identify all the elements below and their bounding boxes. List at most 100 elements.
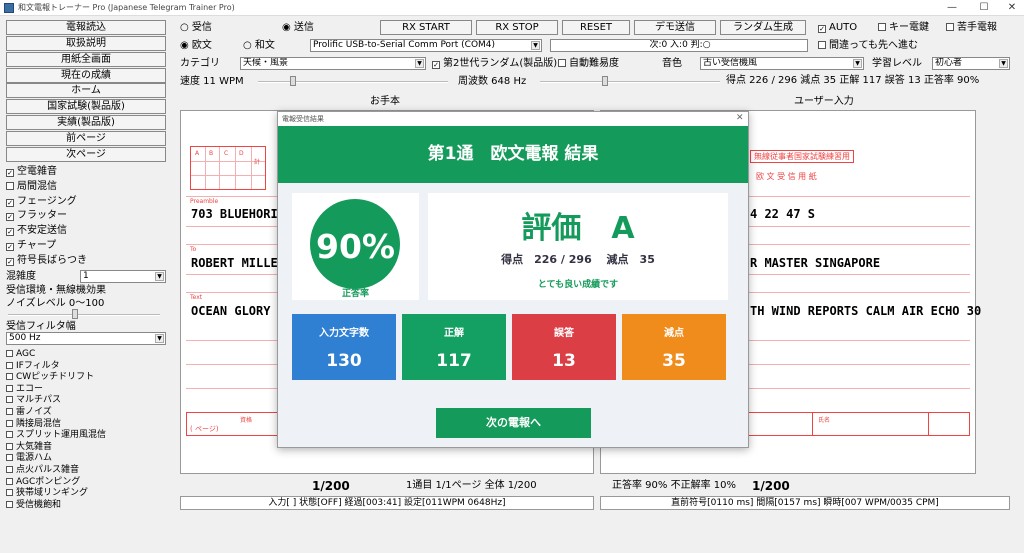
effect-unstable-tx[interactable]: ✓ 不安定送信 — [6, 225, 67, 237]
radio-icon: ○ — [180, 22, 192, 33]
option-checkbox[interactable]: マルチパス — [6, 395, 61, 406]
speed-label: 速度 11 WPM — [180, 76, 244, 87]
left-status-bar: 入力[ ] 状態[OFF] 経過[003:41] 設定[011WPM 0648H… — [180, 496, 594, 510]
option-checkbox[interactable]: 受信機飽和 — [6, 500, 61, 511]
checkbox-icon: ✓ — [432, 61, 440, 69]
option-checkbox[interactable]: 大気雑音 — [6, 442, 52, 453]
noise-slider-thumb[interactable] — [72, 309, 78, 319]
option-checkbox[interactable]: エコー — [6, 384, 43, 395]
records-button[interactable]: 実績(製品版) — [6, 115, 166, 130]
stat-wrong: 誤答 13 — [512, 314, 616, 380]
checkbox-icon — [6, 419, 13, 427]
auto-checkbox[interactable]: ✓ AUTO — [818, 22, 857, 34]
tone-label: 音色 — [662, 58, 682, 69]
sample-footer-info: 1通目 1/1ページ 全体 1/200 — [406, 480, 537, 491]
level-select[interactable]: 初心者 ▼ — [932, 57, 1010, 70]
lang-euro-radio[interactable]: ◉ 欧文 — [180, 40, 212, 52]
manual-button[interactable]: 取扱説明 — [6, 36, 166, 51]
rx-start-button[interactable]: RX START — [380, 20, 472, 35]
port-select[interactable]: Prolific USB-to-Serial Comm Port (COM4) ▼ — [310, 39, 542, 52]
minimize-button[interactable]: — — [938, 0, 966, 16]
freq-slider[interactable] — [540, 81, 720, 83]
gen2-checkbox[interactable]: ✓ 第2世代ランダム(製品版) — [432, 58, 557, 70]
radio-selected-icon: ◉ — [282, 22, 294, 33]
next-page-button[interactable]: 次ページ — [6, 147, 166, 162]
effect-static-noise[interactable]: ✓ 空電雑音 — [6, 166, 57, 178]
sample-preamble: 703 BLUEHORIZ — [191, 207, 285, 221]
mix-select[interactable]: 1 ▼ — [80, 270, 166, 283]
national-exam-button[interactable]: 国家試験(製品版) — [6, 99, 166, 114]
freq-label: 周波数 648 Hz — [458, 76, 527, 87]
mode-receive-radio[interactable]: ○ 受信 — [180, 22, 212, 34]
to-field-label: To — [190, 246, 197, 253]
dialog-titlebar: 電報受信結果 ✕ — [278, 112, 748, 126]
checkbox-icon — [6, 454, 13, 462]
dialog-close-icon[interactable]: ✕ — [736, 113, 744, 123]
window-title: 和文電報トレーナー Pro (Japanese Telegram Trainer… — [18, 3, 235, 12]
chevron-down-icon: ▼ — [999, 59, 1008, 68]
option-checkbox[interactable]: IFフィルタ — [6, 361, 60, 372]
page-mark: ( ページ) — [190, 425, 219, 433]
rx-stop-button[interactable]: RX STOP — [476, 20, 558, 35]
score-text: 得点 226 / 296 減点 35 — [501, 253, 655, 266]
option-checkbox[interactable]: CWピッチドリフト — [6, 372, 94, 383]
option-checkbox[interactable]: 点火パルス雑音 — [6, 465, 79, 476]
checkbox-icon — [6, 361, 13, 369]
effect-interference[interactable]: 局間混信 — [6, 181, 57, 193]
effect-fading[interactable]: ✓ フェージング — [6, 196, 77, 208]
option-checkbox[interactable]: 雷ノイズ — [6, 407, 52, 418]
option-checkbox[interactable]: 狭帯域リンギング — [6, 488, 88, 499]
next-telegram-button[interactable]: 次の電報へ — [436, 408, 591, 438]
category-select[interactable]: 天候・風景 ▼ — [240, 57, 426, 70]
effect-code-length-var[interactable]: ✓ 符号長ばらつき — [6, 255, 87, 267]
weak-checkbox[interactable]: 苦手電報 — [946, 22, 997, 34]
speed-slider-thumb[interactable] — [290, 76, 296, 86]
auto-difficulty-checkbox[interactable]: 自動難易度 — [558, 58, 619, 70]
checkbox-icon — [6, 489, 13, 497]
lang-jp-radio[interactable]: ○ 和文 — [243, 40, 275, 52]
checkbox-icon — [6, 396, 13, 404]
user-page-count: 1/200 — [752, 479, 790, 493]
sign-label: 氏名 — [818, 417, 831, 424]
category-label: カテゴリ — [180, 58, 220, 69]
prev-page-button[interactable]: 前ページ — [6, 131, 166, 146]
chevron-down-icon: ▼ — [531, 41, 540, 50]
percent-card: 90% 正答率 — [292, 193, 419, 300]
maximize-button[interactable]: ☐ — [970, 0, 998, 16]
checkbox-icon — [946, 23, 954, 31]
effect-chirp[interactable]: ✓ チャープ — [6, 240, 56, 252]
comment-text: とても良い成績です — [537, 280, 619, 290]
effect-flutter[interactable]: ✓ フラッター — [6, 210, 67, 222]
checkbox-icon: ✓ — [818, 25, 826, 33]
stat-correct: 正解 117 — [402, 314, 506, 380]
load-telegram-button[interactable]: 電報読込 — [6, 20, 166, 35]
noise-label: ノイズレベル 0～100 — [6, 298, 105, 309]
fullscreen-sheet-button[interactable]: 用紙全画面 — [6, 52, 166, 67]
current-results-button[interactable]: 現在の成績 — [6, 68, 166, 83]
checkbox-icon: ✓ — [6, 169, 14, 177]
random-generate-button[interactable]: ランダム生成 — [720, 20, 806, 35]
speed-slider[interactable] — [258, 81, 448, 83]
option-checkbox[interactable]: 隣接局混信 — [6, 419, 61, 430]
reset-button[interactable]: RESET — [562, 20, 630, 35]
option-checkbox[interactable]: AGC — [6, 349, 35, 360]
filter-select[interactable]: 500 Hz ▼ — [6, 332, 166, 345]
option-checkbox[interactable]: 電源ハム — [6, 453, 52, 464]
mode-send-radio[interactable]: ◉ 送信 — [282, 22, 314, 34]
home-button[interactable]: ホーム — [6, 83, 166, 98]
freq-slider-thumb[interactable] — [602, 76, 608, 86]
checkbox-icon — [6, 384, 13, 392]
noise-slider[interactable] — [8, 314, 160, 316]
key-checkbox[interactable]: キー電鍵 — [878, 22, 929, 34]
close-button[interactable]: ✕ — [998, 0, 1024, 16]
option-checkbox[interactable]: AGCポンピング — [6, 477, 80, 488]
grade-value: 評価 A — [521, 211, 635, 246]
dialog-header: 第1通 欧文電報 結果 — [278, 126, 748, 183]
grade-card: 評価 A 得点 226 / 296 減点 35 とても良い成績です — [428, 193, 728, 300]
tone-select[interactable]: 古い受信機風 ▼ — [700, 57, 864, 70]
demo-send-button[interactable]: デモ送信 — [634, 20, 716, 35]
sample-header: お手本 — [370, 96, 400, 107]
exam-form-title: 無線従事者国家試験練習用 — [750, 150, 854, 163]
advance-checkbox[interactable]: 間違っても先へ進む — [818, 40, 918, 52]
option-checkbox[interactable]: スプリット運用風混信 — [6, 430, 106, 441]
